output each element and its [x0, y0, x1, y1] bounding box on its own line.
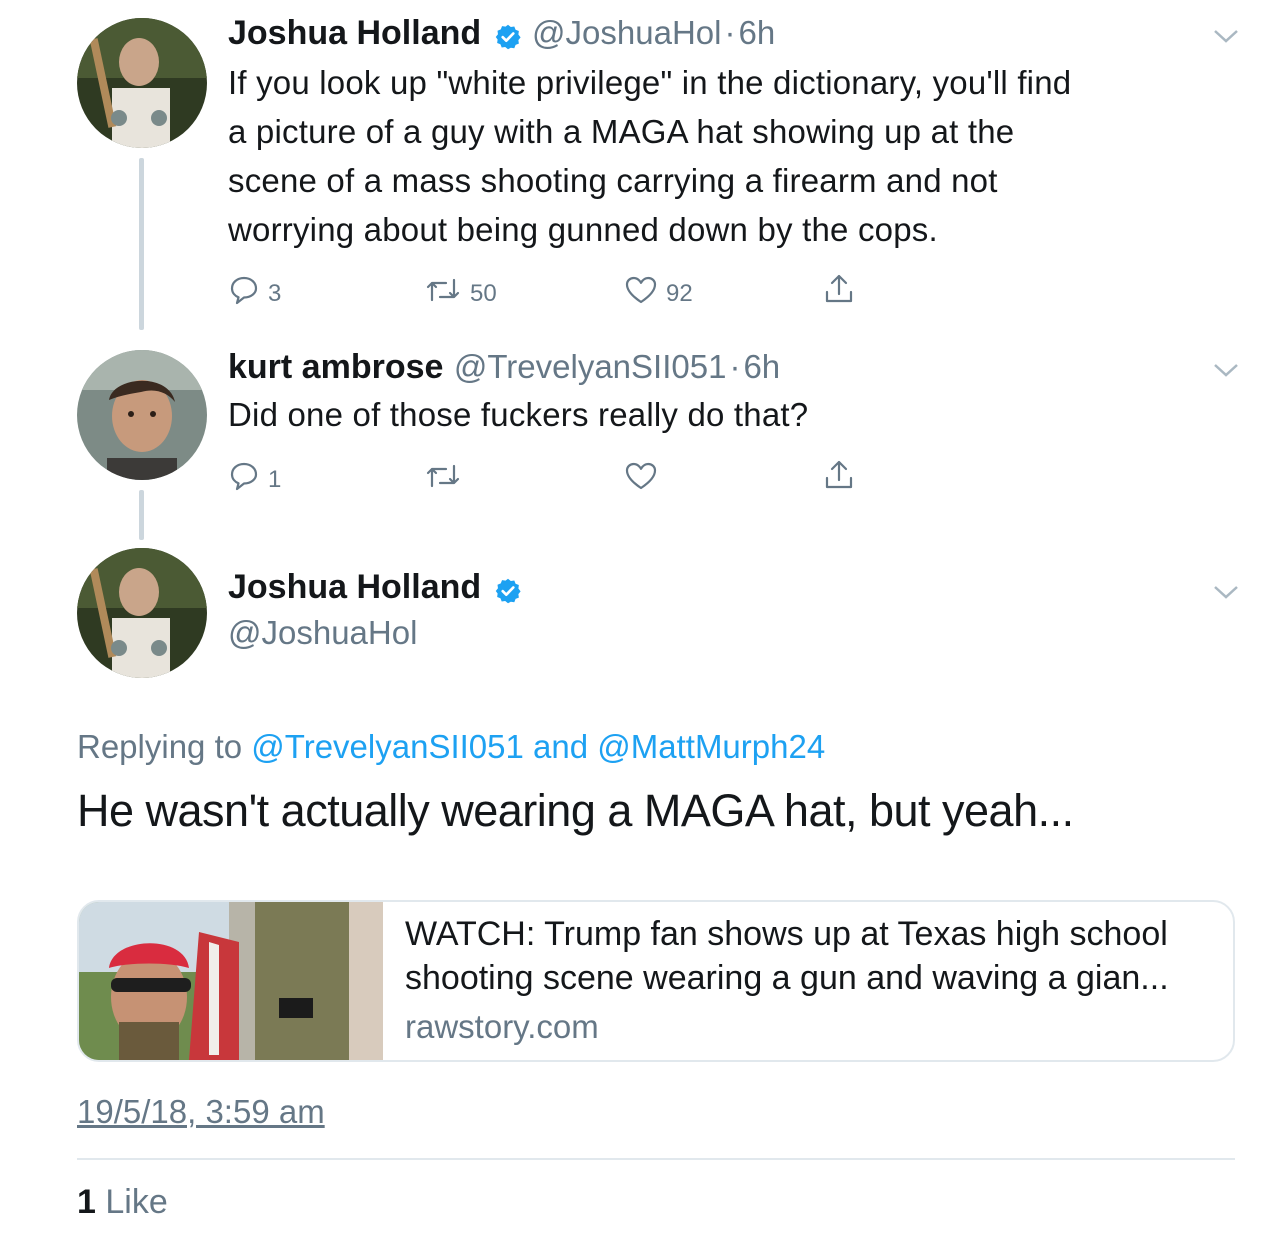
divider: [77, 1158, 1235, 1160]
like-button[interactable]: 92: [624, 274, 693, 313]
main-author: Joshua Holland: [228, 568, 522, 610]
tweet-header: Joshua Holland @JoshuaHol·6h: [228, 14, 775, 56]
avatar-joshua-holland[interactable]: [77, 18, 207, 148]
tweet-line: Did one of those fuckers really do that?: [228, 396, 809, 433]
like-count: 92: [666, 279, 693, 307]
reply-button[interactable]: 3: [228, 274, 281, 313]
tweet-timestamp[interactable]: 19/5/18, 3:59 am: [77, 1093, 325, 1131]
main-tweet-text: He wasn't actually wearing a MAGA hat, b…: [77, 785, 1074, 836]
like-stat-label: Like: [105, 1183, 168, 1221]
replying-prefix: Replying to: [77, 728, 243, 765]
share-button[interactable]: [822, 458, 856, 499]
card-title-line: WATCH: Trump fan shows up at Texas high …: [405, 915, 1168, 953]
author-name[interactable]: Joshua Holland: [228, 568, 481, 606]
like-icon: [624, 274, 658, 313]
share-button[interactable]: [822, 272, 856, 313]
separator-dot: ·: [729, 348, 741, 385]
mention-link[interactable]: @TrevelyanSII051: [251, 728, 524, 765]
thread-line: [139, 158, 144, 330]
author-name[interactable]: kurt ambrose: [228, 348, 443, 386]
tweet-line: If you look up "white privilege" in the …: [228, 64, 1072, 101]
card-title-line: shooting scene wearing a gun and waving …: [405, 959, 1169, 997]
avatar-kurt-ambrose[interactable]: [77, 350, 207, 480]
thread-line: [139, 490, 144, 540]
tweet-body: Did one of those fuckers really do that?: [228, 390, 1228, 439]
chevron-down-icon[interactable]: [1211, 26, 1241, 46]
retweet-count: 50: [470, 279, 497, 307]
retweet-button[interactable]: 50: [424, 274, 497, 313]
card-body: WATCH: Trump fan shows up at Texas high …: [383, 902, 1191, 1060]
tweet-body: If you look up "white privilege" in the …: [228, 58, 1228, 254]
reply-count: 3: [268, 279, 282, 307]
tweet-time[interactable]: 6h: [738, 14, 775, 51]
tweet-time[interactable]: 6h: [743, 348, 780, 385]
tweet-line: a picture of a guy with a MAGA hat showi…: [228, 113, 1015, 150]
tweet-line: scene of a mass shooting carrying a fire…: [228, 162, 998, 199]
retweet-icon: [424, 460, 462, 499]
share-icon: [822, 458, 856, 499]
like-stat-count: 1: [77, 1183, 96, 1221]
replying-and: and: [533, 728, 589, 765]
retweet-icon: [424, 274, 462, 313]
share-icon: [822, 272, 856, 313]
like-button[interactable]: [624, 460, 658, 499]
like-stats[interactable]: 1 Like: [77, 1183, 168, 1222]
reply-icon: [228, 460, 260, 499]
like-icon: [624, 460, 658, 499]
tweet-header: kurt ambrose @TrevelyanSII051·6h: [228, 348, 780, 387]
author-handle[interactable]: @JoshuaHol: [228, 614, 417, 652]
chevron-down-icon[interactable]: [1211, 582, 1241, 602]
mention-link[interactable]: @MattMurph24: [597, 728, 825, 765]
reply-count: 1: [268, 465, 282, 493]
chevron-down-icon[interactable]: [1211, 360, 1241, 380]
tweet-line: worrying about being gunned down by the …: [228, 211, 938, 248]
reply-icon: [228, 274, 260, 313]
reply-button[interactable]: 1: [228, 460, 281, 499]
retweet-button[interactable]: [424, 460, 462, 499]
avatar-joshua-holland[interactable]: [77, 548, 207, 678]
replying-to: Replying to @TrevelyanSII051 and @MattMu…: [77, 728, 825, 766]
author-name[interactable]: Joshua Holland: [228, 14, 481, 52]
separator-dot: ·: [724, 14, 736, 51]
card-thumbnail-image: [79, 902, 383, 1060]
card-domain: rawstory.com: [405, 1008, 599, 1045]
link-card[interactable]: WATCH: Trump fan shows up at Texas high …: [77, 900, 1235, 1062]
author-handle[interactable]: @TrevelyanSII051: [454, 348, 727, 385]
author-handle[interactable]: @JoshuaHol: [532, 14, 721, 51]
verified-badge-icon: [494, 577, 522, 610]
verified-badge-icon: [494, 23, 522, 56]
